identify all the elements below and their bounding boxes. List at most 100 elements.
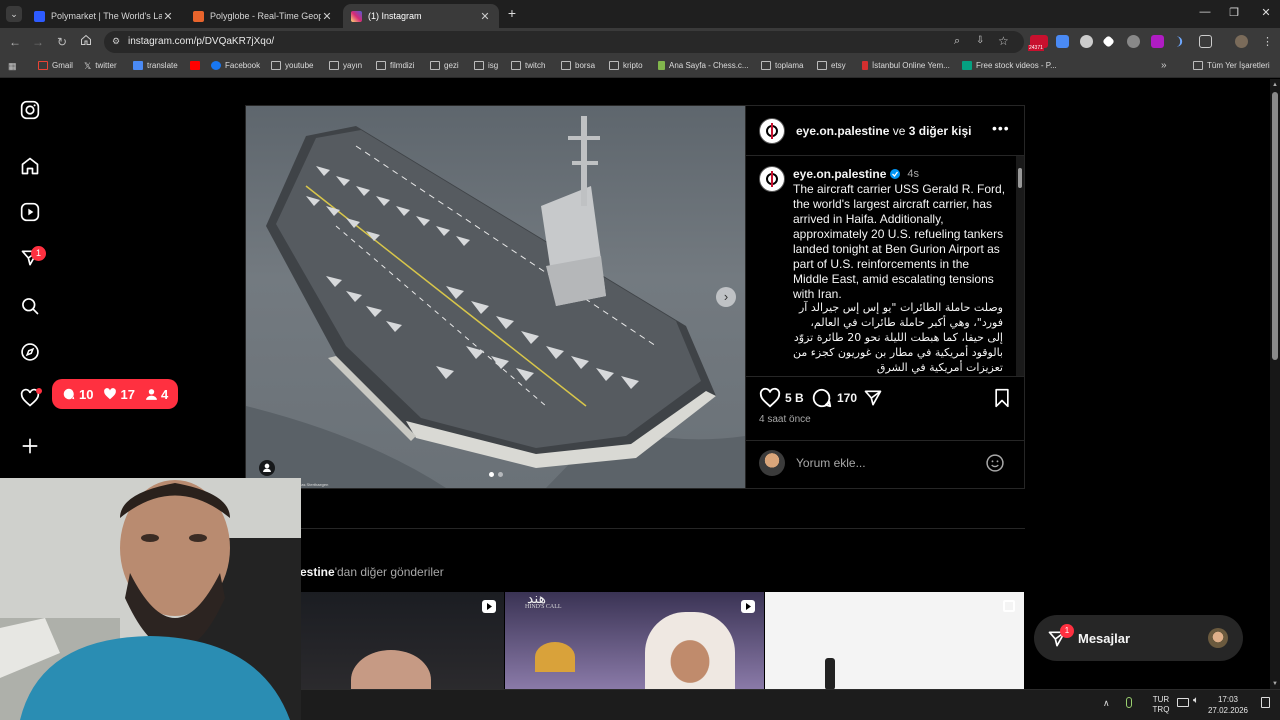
- like-count[interactable]: 5 B: [785, 391, 804, 405]
- extension-icon[interactable]: [1080, 35, 1093, 48]
- tray-overflow-icon[interactable]: ∧: [1103, 698, 1110, 709]
- bookmark-folder-toplama[interactable]: toplama: [761, 61, 803, 70]
- save-bookmark-icon[interactable]: [993, 388, 1011, 408]
- comment-bubble-icon[interactable]: [811, 387, 833, 409]
- folder-icon: [761, 61, 771, 70]
- more-options-icon[interactable]: •••: [992, 120, 1010, 136]
- translate-ext-icon[interactable]: [1056, 35, 1069, 48]
- notification-popup[interactable]: 10 17 4: [52, 379, 178, 409]
- author-avatar[interactable]: [759, 118, 785, 144]
- bookmark-folder-gezi[interactable]: gezi: [430, 61, 459, 70]
- grid-post-1[interactable]: [301, 592, 504, 689]
- forward-icon[interactable]: →: [30, 34, 46, 50]
- bookmark-folder-kripto[interactable]: kripto: [609, 61, 643, 70]
- minimize-icon[interactable]: —: [1196, 6, 1214, 18]
- bookmark-gmail[interactable]: Gmail: [38, 61, 73, 70]
- tab-polymarket[interactable]: Polymarket | The World's Large ✕: [26, 4, 182, 28]
- tab-close-icon[interactable]: ✕: [479, 10, 491, 23]
- tab-close-icon[interactable]: ✕: [162, 10, 174, 23]
- search-nav-icon[interactable]: [20, 296, 40, 316]
- comment-divider: [746, 440, 1025, 441]
- bookmark-folder-twitch[interactable]: twitch: [511, 61, 545, 70]
- more-posts-username[interactable]: estine: [300, 565, 335, 579]
- extensions-puzzle-icon[interactable]: [1199, 35, 1212, 48]
- bookmark-folder-etsy[interactable]: etsy: [817, 61, 846, 70]
- back-icon[interactable]: ←: [7, 34, 23, 50]
- bookmark-youtube[interactable]: [190, 61, 204, 70]
- microphone-icon[interactable]: [1126, 697, 1132, 708]
- system-clock[interactable]: 17:03 27.02.2026: [1205, 694, 1251, 716]
- caption-scrollbar[interactable]: [1016, 156, 1024, 376]
- map-silhouette: [825, 658, 835, 689]
- bookmark-folder-isg[interactable]: isg: [474, 61, 498, 70]
- heart-icon: [104, 388, 117, 400]
- tab-close-icon[interactable]: ✕: [321, 10, 333, 23]
- bookmark-chess[interactable]: Ana Sayfa - Chess.c...: [658, 61, 749, 70]
- extension-icon[interactable]: [1151, 35, 1164, 48]
- instagram-logo-icon[interactable]: [20, 100, 40, 120]
- tagged-users-button[interactable]: [259, 460, 275, 476]
- messages-button[interactable]: 1 Mesajlar: [1034, 615, 1243, 661]
- comment-input[interactable]: [796, 454, 976, 472]
- collaborators-link[interactable]: 3 diğer kişi: [909, 124, 972, 138]
- scroll-up-icon[interactable]: ▲: [1272, 82, 1278, 88]
- reels-nav-icon[interactable]: [20, 202, 40, 222]
- bookmark-pexels[interactable]: Free stock videos - P...: [962, 61, 1057, 70]
- bookmarks-overflow-icon[interactable]: »: [1161, 60, 1167, 71]
- bookmark-folder-borsa[interactable]: borsa: [561, 61, 595, 70]
- browser-menu-icon[interactable]: ⋮: [1262, 35, 1273, 48]
- profile-avatar-icon[interactable]: [1235, 35, 1248, 48]
- new-tab-button[interactable]: +: [505, 6, 519, 20]
- bookmark-label: isg: [488, 61, 499, 70]
- address-bar[interactable]: ⚙ instagram.com/p/DVQaKR7jXqo/ ⌕ ⇩ ☆: [104, 31, 1024, 53]
- more-posts-title: estine'dan diğer gönderiler: [300, 565, 444, 579]
- all-bookmarks[interactable]: Tüm Yer İşaretleri: [1193, 61, 1270, 70]
- network-icon[interactable]: [1177, 698, 1189, 707]
- bookmark-facebook[interactable]: Facebook: [211, 61, 260, 70]
- tab-instagram[interactable]: (1) Instagram ✕: [343, 4, 499, 28]
- bookmark-istanbul[interactable]: İstanbul Online Yem...: [862, 61, 950, 70]
- reload-icon[interactable]: ↻: [54, 34, 70, 50]
- input-language[interactable]: TUR TRQ: [1149, 695, 1173, 715]
- tab-strip: ⌄ Polymarket | The World's Large ✕ Polyg…: [0, 0, 1280, 28]
- volume-icon[interactable]: 🔈︎: [1193, 695, 1199, 706]
- apps-grid-icon[interactable]: ▦: [8, 61, 17, 72]
- install-app-icon[interactable]: ⇩: [976, 35, 984, 46]
- caption-avatar[interactable]: [759, 166, 785, 192]
- home-icon[interactable]: [78, 34, 94, 50]
- extension-icon[interactable]: ❩: [1175, 35, 1188, 48]
- create-plus-icon[interactable]: [20, 436, 40, 456]
- zoom-icon[interactable]: ⌕: [954, 35, 960, 48]
- caption-scroll-thumb[interactable]: [1018, 168, 1022, 188]
- scroll-down-icon[interactable]: ▼: [1272, 681, 1278, 687]
- bookmark-folder-filmdizi[interactable]: filmdizi: [376, 61, 414, 70]
- bookmark-translate[interactable]: translate: [133, 61, 178, 70]
- notification-dot: [36, 388, 42, 394]
- close-window-icon[interactable]: ✕: [1257, 6, 1275, 19]
- grid-post-2[interactable]: هند HIND'S CALL: [505, 592, 764, 689]
- restore-icon[interactable]: ❐: [1225, 6, 1243, 19]
- notification-center-icon[interactable]: [1261, 697, 1270, 708]
- next-photo-button[interactable]: ›: [716, 287, 736, 307]
- messages-badge-count: 1: [35, 248, 41, 258]
- comment-count[interactable]: 170: [837, 391, 857, 405]
- section-divider: [245, 528, 1025, 529]
- bookmark-folder-youtube[interactable]: youtube: [271, 61, 313, 70]
- like-heart-icon[interactable]: [759, 387, 781, 409]
- explore-nav-icon[interactable]: [20, 342, 40, 362]
- tab-search-button[interactable]: ⌄: [6, 6, 22, 22]
- bookmark-twitter[interactable]: 𝕏twitter: [84, 61, 117, 71]
- author-username[interactable]: eye.on.palestine: [796, 124, 889, 138]
- site-info-icon[interactable]: ⚙: [112, 36, 120, 47]
- post-photo[interactable]: nas Sterthaegen ›: [246, 106, 745, 488]
- caption-username[interactable]: eye.on.palestine: [793, 167, 886, 181]
- extension-icon[interactable]: [1127, 35, 1140, 48]
- share-send-icon[interactable]: [863, 388, 883, 408]
- bookmark-folder-yayin[interactable]: yayın: [329, 61, 362, 70]
- grid-post-3[interactable]: [765, 592, 1024, 689]
- tab-polyglobe[interactable]: Polyglobe - Real-Time Geopolit ✕: [185, 4, 341, 28]
- scrollbar-thumb[interactable]: [1272, 92, 1278, 360]
- bookmark-star-icon[interactable]: ☆: [998, 34, 1009, 48]
- home-nav-icon[interactable]: [20, 156, 40, 176]
- emoji-icon[interactable]: [985, 453, 1005, 473]
